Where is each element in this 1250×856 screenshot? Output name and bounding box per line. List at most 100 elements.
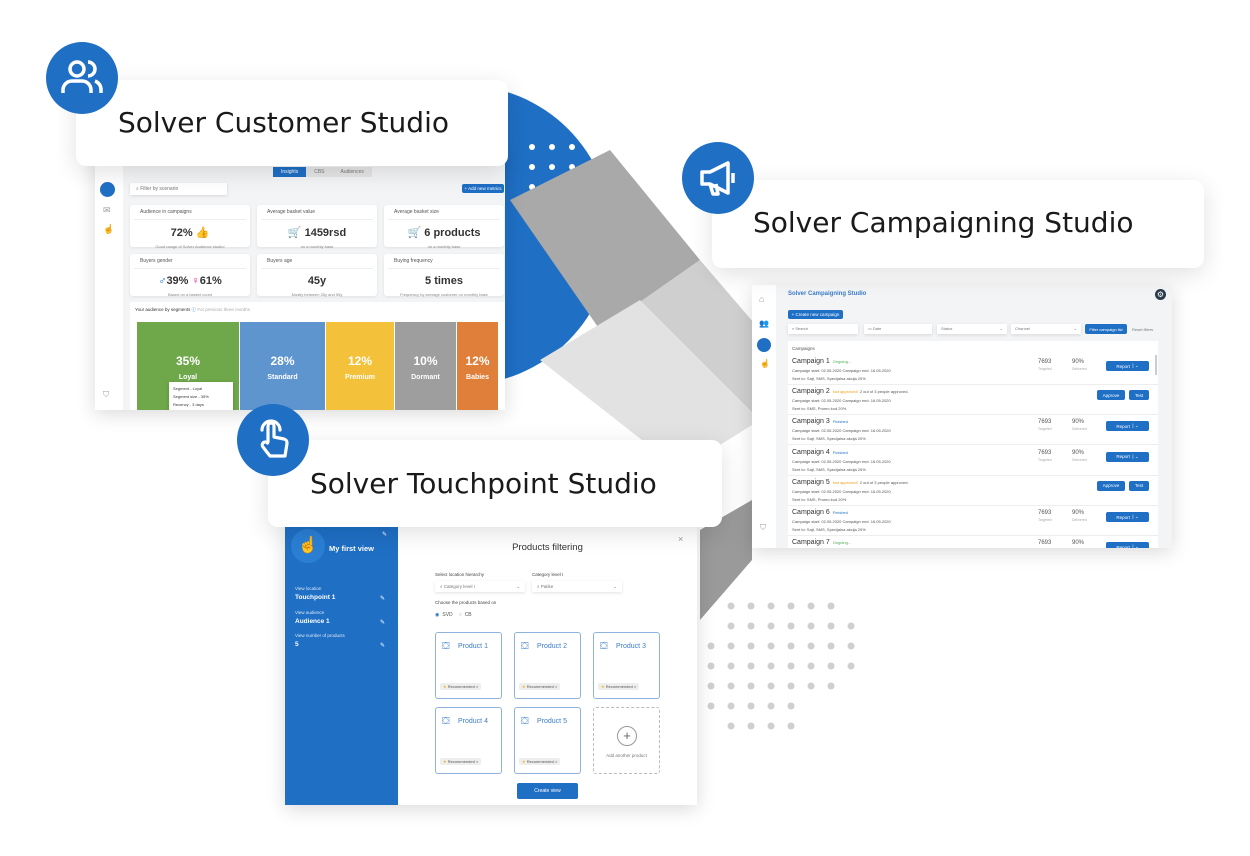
product-card[interactable]: ⛋ Product 5 ★ Recommended × xyxy=(514,707,581,774)
campaign-name: Campaign 3 xyxy=(792,418,830,426)
product-name: Product 3 xyxy=(616,643,646,650)
info-icon: ⓘ xyxy=(191,307,197,312)
approve-button[interactable]: Approve xyxy=(1097,390,1125,401)
campaign-dates: Campaign start: 02.05.2020 Campaign end:… xyxy=(792,428,891,434)
report-button[interactable]: Report | ⌄ xyxy=(1106,421,1149,432)
report-button[interactable]: Report | ⌄ xyxy=(1106,542,1149,548)
settings-icon[interactable]: ⚙ xyxy=(1155,289,1166,300)
close-icon[interactable]: × xyxy=(678,534,683,544)
category-select[interactable]: ⌕ Patike ⌄ xyxy=(532,581,622,592)
gray-dot xyxy=(827,622,835,630)
segment-babies[interactable]: 12% Babies xyxy=(457,322,498,410)
touchpoint-studio-title: Solver Touchpoint Studio xyxy=(310,467,657,500)
add-metrics-button[interactable]: + Add new metrics xyxy=(462,184,504,193)
hierarchy-select[interactable]: ⌕ Category level I ⌄ xyxy=(435,581,525,592)
search-input[interactable]: ⌕ Search xyxy=(788,324,858,334)
gray-dot xyxy=(807,662,815,670)
test-button[interactable]: Test xyxy=(1129,480,1149,491)
star-icon: ★ xyxy=(601,684,605,689)
campaign-row[interactable]: Campaign 5 Not approved! 2 out of 3 peopl… xyxy=(788,475,1158,506)
home-icon[interactable]: ⌂ xyxy=(759,294,764,304)
product-card[interactable]: ⛋ Product 1 ★ Recommended × xyxy=(435,632,502,699)
targeted-label: Targeted xyxy=(1038,457,1052,462)
segment-loyal[interactable]: 35% Loyal Segment - Loyal Segment size - 3… xyxy=(137,322,239,410)
status-select[interactable]: Status ⌄ xyxy=(937,324,1007,334)
delivered-pct: 90% xyxy=(1072,449,1085,456)
box-icon: ⛋ xyxy=(600,641,608,652)
choose-label: Choose the products based on xyxy=(435,600,497,605)
recommended-tag[interactable]: ★ Recommended × xyxy=(519,758,561,765)
product-card[interactable]: ⛋ Product 2 ★ Recommended × xyxy=(514,632,581,699)
segment-premium[interactable]: 12% Premium xyxy=(326,322,394,410)
delivered-label: Delivered xyxy=(1072,427,1087,432)
touchpoint-studio-title-card: Solver Touchpoint Studio xyxy=(268,440,722,527)
recommended-tag[interactable]: ★ Recommended × xyxy=(440,683,482,690)
segment-dormant[interactable]: 10% Dormant xyxy=(395,322,456,410)
filter-input[interactable]: ⌕ Filter by scenario xyxy=(130,183,227,195)
product-card[interactable]: ⛋ Product 3 ★ Recommended × xyxy=(593,632,660,699)
scrollbar[interactable] xyxy=(1155,355,1157,375)
recommended-tag[interactable]: ★ Recommended × xyxy=(519,683,561,690)
hand-icon[interactable]: ☝ xyxy=(760,359,770,368)
campaign-row[interactable]: Campaign 4 Finished Campaign start: 02.05… xyxy=(788,445,1158,476)
product-card[interactable]: ⛋ Product 4 ★ Recommended × xyxy=(435,707,502,774)
campaign-channels: Sent to: Sajt, SMS, Specijalna akcija 20… xyxy=(792,376,866,381)
users-icon[interactable] xyxy=(100,182,115,197)
shield-icon[interactable]: ⛉ xyxy=(760,523,766,533)
plus-icon: + xyxy=(617,726,637,746)
edit-icon[interactable]: ✎ xyxy=(380,595,385,602)
campaign-dates: Campaign start: 02.05.2020 Campaign end:… xyxy=(792,488,891,494)
edit-icon[interactable]: ✎ xyxy=(380,642,385,649)
campaign-row[interactable]: Campaign 3 Finished Campaign start: 02.05… xyxy=(788,415,1158,446)
campaign-row[interactable]: Campaign 2 Not approved! 2 out of 3 peopl… xyxy=(788,385,1158,416)
filter-campaigns-button[interactable]: Filter campaign list xyxy=(1085,324,1127,334)
channel-select[interactable]: Channel ⌄ xyxy=(1011,324,1081,334)
gray-dot xyxy=(767,662,775,670)
hand-icon[interactable]: ☝ xyxy=(103,224,114,235)
create-view-button[interactable]: Create view xyxy=(517,783,578,799)
targeted-count: 7693 xyxy=(1038,540,1052,547)
campaign-row[interactable]: Campaign 6 Finished Campaign start: 02.05… xyxy=(788,506,1158,536)
edit-icon[interactable]: ✎ xyxy=(382,531,387,538)
report-button[interactable]: Report | ⌄ xyxy=(1106,361,1149,371)
reset-filters-button[interactable]: Reset filters xyxy=(1132,327,1153,332)
approve-button[interactable]: Approve xyxy=(1097,480,1125,491)
date-input[interactable]: ▭ Date xyxy=(864,324,932,334)
test-button[interactable]: Test xyxy=(1129,390,1149,401)
recommended-tag[interactable]: ★ Recommended × xyxy=(598,683,640,690)
campaign-row[interactable]: Campaign 7Ongoing... 7693Targeted 90%Del… xyxy=(788,536,1158,548)
report-button[interactable]: Report | ⌄ xyxy=(1106,512,1149,522)
users-icon[interactable]: 👥 xyxy=(759,319,769,328)
create-campaign-button[interactable]: + Create new campaign xyxy=(788,310,843,319)
campaign-name: Campaign 2 xyxy=(792,388,830,396)
field-value: Touchpoint 1 xyxy=(295,594,336,601)
gray-dot xyxy=(747,702,755,710)
tab-cbs[interactable]: CBS xyxy=(306,167,333,177)
radio-cb[interactable]: ○ xyxy=(459,612,462,618)
gray-dot xyxy=(707,642,715,650)
view-sidebar: ☝ My first view ✎ View location Touchpoi… xyxy=(285,525,398,805)
add-product-button[interactable]: + Add another product xyxy=(593,707,660,774)
field-value: Audience 1 xyxy=(295,618,330,625)
segment-standard[interactable]: 28% Standard xyxy=(240,322,325,410)
recommended-tag[interactable]: ★ Recommended × xyxy=(440,758,482,765)
product-name: Product 5 xyxy=(537,718,567,725)
campaign-channels: Sent to: Sajt, SMS, Specijalna akcija 20… xyxy=(792,466,866,472)
tab-insights[interactable]: Insights xyxy=(273,167,307,177)
tab-audiences[interactable]: Audiences xyxy=(332,167,372,177)
tile-sub: Based on a basket count xyxy=(167,292,213,297)
shield-icon[interactable]: ⛉ xyxy=(103,390,109,400)
megaphone-icon[interactable] xyxy=(757,338,771,352)
add-product-label: Add another product xyxy=(606,753,647,758)
campaign-channels: Sent to: SMS, Promo kod 20% xyxy=(792,496,847,502)
box-icon: ⛋ xyxy=(442,641,450,652)
megaphone-icon[interactable]: ✉ xyxy=(103,205,111,216)
metric-tile: Buying frequency 5 times Frequency by aver… xyxy=(384,254,504,297)
gray-dot xyxy=(747,602,755,610)
edit-icon[interactable]: ✎ xyxy=(380,619,385,626)
radio-svd[interactable]: ◉ xyxy=(435,612,439,618)
report-button[interactable]: Report | ⌄ xyxy=(1106,451,1149,462)
campaign-row[interactable]: Campaign 1 Ongoing... Campaign start: 02.… xyxy=(788,355,1158,385)
tile-value-male: 39% xyxy=(166,275,189,287)
gray-dot xyxy=(727,702,735,710)
